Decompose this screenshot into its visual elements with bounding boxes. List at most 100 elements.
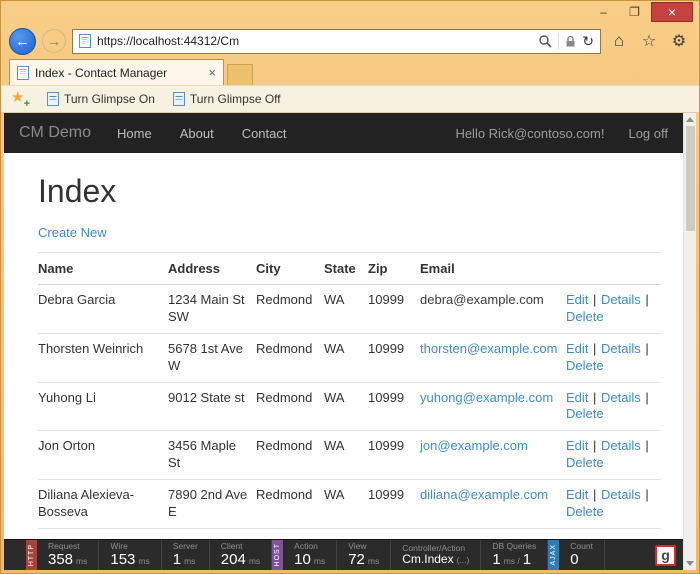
log-off-link[interactable]: Log off: [628, 126, 668, 141]
glimpse-metric-server: Server 1ms: [162, 540, 210, 570]
details-link[interactable]: Details: [601, 438, 641, 453]
browser-tab-contact-manager[interactable]: Index - Contact Manager ×: [9, 59, 224, 85]
email-link[interactable]: diliana@example.com: [420, 487, 548, 502]
window-maximize-button[interactable]: ❐: [620, 2, 649, 22]
col-header-actions: [566, 253, 661, 285]
home-button[interactable]: ⌂: [607, 31, 631, 51]
address-bar[interactable]: https://localhost:44312/Cm ↻: [72, 29, 601, 54]
back-button[interactable]: ←: [9, 28, 36, 55]
cell-address: 3456 Maple St: [168, 431, 256, 480]
navbar-brand[interactable]: CM Demo: [19, 124, 91, 142]
table-row: Yuhong Li 9012 State st Redmond WA 10999…: [38, 382, 661, 431]
details-link[interactable]: Details: [601, 390, 641, 405]
glimpse-metric-request: Request 358ms: [37, 540, 99, 570]
cell-address: 9012 State st: [168, 382, 256, 431]
window-controls: – ❐ ×: [589, 2, 693, 22]
col-header-address: Address: [168, 253, 256, 285]
action-separator: |: [593, 390, 596, 405]
glimpse-host-tag: HOST: [272, 540, 283, 570]
favorite-turn-glimpse-on[interactable]: Turn Glimpse On: [47, 92, 155, 106]
favorites-button[interactable]: ☆: [637, 31, 661, 51]
cell-city: Redmond: [256, 285, 324, 334]
cell-actions: Edit | Details | Delete: [566, 285, 661, 334]
cell-state: WA: [324, 333, 368, 382]
nav-link-about[interactable]: About: [180, 126, 214, 141]
edit-link[interactable]: Edit: [566, 390, 588, 405]
glimpse-metric-action: Action 10ms: [283, 540, 337, 570]
cell-zip: 10999: [368, 285, 420, 334]
search-icon[interactable]: [538, 34, 552, 48]
table-row: Debra Garcia 1234 Main St SW Redmond WA …: [38, 285, 661, 334]
edit-link[interactable]: Edit: [566, 438, 588, 453]
window-titlebar[interactable]: – ❐ ×: [1, 1, 699, 26]
edit-link[interactable]: Edit: [566, 292, 588, 307]
nav-link-home[interactable]: Home: [117, 126, 152, 141]
glimpse-hud[interactable]: HTTP Request 358ms Wire 153ms Server 1ms: [4, 539, 683, 570]
edit-link[interactable]: Edit: [566, 487, 588, 502]
action-separator: |: [593, 438, 596, 453]
window-minimize-button[interactable]: –: [589, 2, 618, 22]
settings-button[interactable]: ⚙: [667, 31, 691, 51]
cell-address: 1234 Main St SW: [168, 285, 256, 334]
browser-toolbar: ← → https://localhost:44312/Cm ↻ ⌂ ☆ ⚙: [1, 26, 699, 59]
delete-link[interactable]: Delete: [566, 358, 604, 373]
close-icon: ×: [668, 4, 676, 20]
scroll-down-icon: [686, 561, 694, 566]
col-header-city: City: [256, 253, 324, 285]
main-content: Index Create New Name Address City State: [4, 153, 683, 539]
edit-link[interactable]: Edit: [566, 341, 588, 356]
glimpse-logo-button[interactable]: g: [655, 545, 676, 566]
scrollbar[interactable]: [683, 113, 696, 570]
account-greeting-link[interactable]: Hello Rick@contoso.com!: [455, 126, 604, 141]
delete-link[interactable]: Delete: [566, 309, 604, 324]
add-favorite-button[interactable]: ★ +: [11, 91, 29, 107]
minimize-icon: –: [600, 5, 607, 19]
email-link[interactable]: yuhong@example.com: [420, 390, 553, 405]
delete-link[interactable]: Delete: [566, 406, 604, 421]
cell-address: 5678 1st Ave W: [168, 333, 256, 382]
cell-city: Redmond: [256, 382, 324, 431]
cell-state: WA: [324, 480, 368, 529]
glimpse-metric-wire: Wire 153ms: [99, 540, 161, 570]
url-text[interactable]: https://localhost:44312/Cm: [97, 34, 532, 48]
email-link[interactable]: jon@example.com: [420, 438, 528, 453]
action-separator: |: [593, 487, 596, 502]
cell-zip: 10999: [368, 333, 420, 382]
cell-address: 7890 2nd Ave E: [168, 480, 256, 529]
scroll-down-button[interactable]: [684, 557, 696, 570]
action-separator: |: [593, 341, 596, 356]
scrollbar-thumb[interactable]: [686, 126, 695, 231]
tab-close-button[interactable]: ×: [208, 65, 216, 80]
glimpse-metric-view: View 72ms: [337, 540, 391, 570]
cell-city: Redmond: [256, 480, 324, 529]
cell-actions: Edit | Details | Delete: [566, 431, 661, 480]
scroll-up-button[interactable]: [684, 113, 696, 126]
cell-actions: Edit | Details | Delete: [566, 333, 661, 382]
details-link[interactable]: Details: [601, 487, 641, 502]
forward-button[interactable]: →: [42, 29, 66, 53]
refresh-button[interactable]: ↻: [582, 33, 594, 50]
new-tab-button[interactable]: [227, 64, 253, 85]
email-link[interactable]: debra@example.com: [420, 292, 544, 307]
glimpse-metric-db-queries: DB Queries 1ms /1: [481, 540, 548, 570]
action-separator: |: [593, 292, 596, 307]
tab-bar: Index - Contact Manager ×: [1, 59, 699, 85]
cell-actions: Edit | Details | Delete: [566, 382, 661, 431]
page-viewport: CM Demo Home About Contact Hello Rick@co…: [4, 113, 696, 570]
glimpse-ajax-tag: AJAX: [548, 540, 559, 570]
delete-link[interactable]: Delete: [566, 504, 604, 519]
action-separator: |: [645, 487, 648, 502]
col-header-state: State: [324, 253, 368, 285]
delete-link[interactable]: Delete: [566, 455, 604, 470]
details-link[interactable]: Details: [601, 292, 641, 307]
email-link[interactable]: thorsten@example.com: [420, 341, 557, 356]
favorite-icon: [173, 92, 185, 106]
table-row: Diliana Alexieva-Bosseva 7890 2nd Ave E …: [38, 480, 661, 529]
favorite-label: Turn Glimpse Off: [190, 92, 281, 106]
nav-link-contact[interactable]: Contact: [242, 126, 287, 141]
favorite-turn-glimpse-off[interactable]: Turn Glimpse Off: [173, 92, 281, 106]
glimpse-metric-count: Count 0: [559, 540, 605, 570]
window-close-button[interactable]: ×: [651, 2, 693, 22]
details-link[interactable]: Details: [601, 341, 641, 356]
create-new-link[interactable]: Create New: [38, 225, 107, 240]
